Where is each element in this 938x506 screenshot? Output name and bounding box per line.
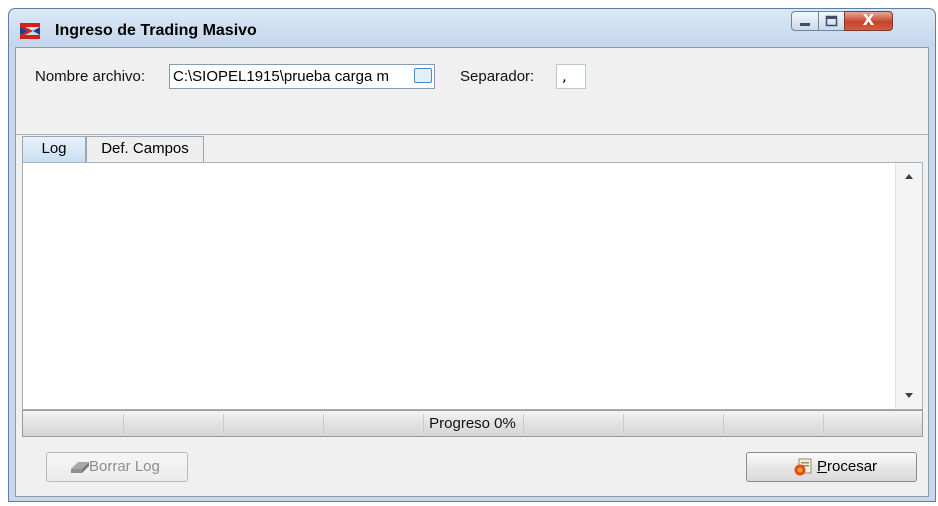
process-icon (794, 458, 812, 476)
app-window: Ingreso de Trading Masivo X Nombre archi… (8, 8, 936, 502)
file-settings-panel: Nombre archivo: C:\SIOPEL1915\prueba car… (16, 48, 928, 135)
minimize-button[interactable] (791, 11, 819, 31)
process-label: Procesar (817, 458, 878, 475)
log-text-area[interactable] (22, 162, 923, 410)
log-vertical-scrollbar[interactable] (895, 163, 922, 409)
close-button[interactable]: X (844, 11, 893, 31)
tab-log[interactable]: Log (22, 136, 86, 162)
scroll-up-arrow-icon[interactable] (905, 174, 913, 179)
file-name-label: Nombre archivo: (35, 68, 146, 85)
process-button[interactable]: Procesar (746, 452, 917, 482)
main-panel: Nombre archivo: C:\SIOPEL1915\prueba car… (15, 47, 929, 497)
close-icon: X (862, 11, 875, 29)
browse-file-button[interactable] (414, 68, 432, 83)
app-logo-icon (20, 23, 40, 39)
scroll-down-arrow-icon[interactable] (905, 393, 913, 398)
maximize-button[interactable] (818, 11, 845, 31)
clear-log-button[interactable]: Borrar Log (46, 452, 188, 482)
eraser-icon (71, 462, 89, 473)
progress-bar: Progreso 0% (22, 410, 923, 437)
tab-def-campos[interactable]: Def. Campos (86, 136, 204, 162)
minimize-icon (800, 23, 810, 26)
window-title: Ingreso de Trading Masivo (55, 22, 257, 39)
separator-label: Separador: (460, 68, 535, 85)
clear-log-label: Borrar Log (89, 458, 160, 475)
maximize-icon (825, 15, 838, 27)
title-bar[interactable]: Ingreso de Trading Masivo X (9, 9, 935, 47)
separator-input[interactable]: , (556, 64, 586, 89)
file-name-input[interactable]: C:\SIOPEL1915\prueba carga m (169, 64, 435, 89)
progress-label: Progreso 0% (429, 415, 516, 432)
